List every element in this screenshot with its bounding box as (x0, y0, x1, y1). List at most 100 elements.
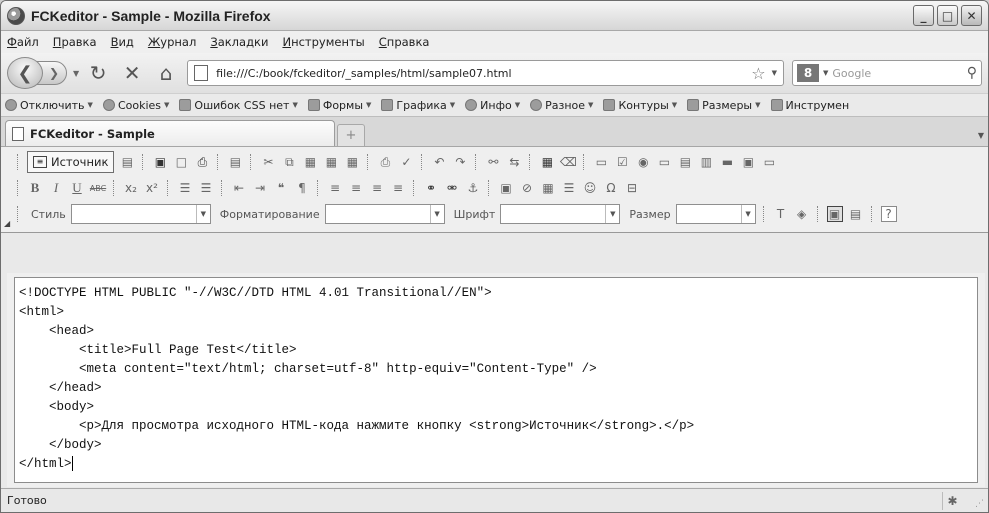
tab-list-icon[interactable]: ▼ (978, 131, 984, 140)
doc-props-icon[interactable]: ▤ (119, 154, 135, 170)
dev-css[interactable]: Ошибок CSS нет ▼ (179, 99, 298, 112)
url-bar[interactable]: file:///C:/book/fckeditor/_samples/html/… (187, 60, 784, 86)
print-icon[interactable]: ⎙ (377, 154, 393, 170)
cut-icon[interactable]: ✂ (260, 154, 276, 170)
format-combo[interactable]: ▼ (324, 204, 445, 224)
menu-tools[interactable]: Инструменты (282, 35, 364, 49)
page-break-icon[interactable]: ⊟ (624, 180, 640, 196)
textfield-icon[interactable]: ▭ (656, 154, 672, 170)
paste-word-icon[interactable]: ▦ (344, 154, 360, 170)
hidden-field-icon[interactable]: ▭ (761, 154, 777, 170)
ordered-list-icon[interactable]: ☰ (177, 180, 193, 196)
font-combo[interactable]: ▼ (500, 204, 621, 224)
superscript-icon[interactable]: x² (144, 180, 160, 196)
justify-icon[interactable]: ≡ (390, 180, 406, 196)
source-button[interactable]: ≡ Источник (27, 151, 115, 173)
dev-misc[interactable]: Разное ▼ (530, 99, 593, 112)
bg-color-icon[interactable]: ◈ (794, 206, 810, 222)
rule-icon[interactable]: ☰ (561, 180, 577, 196)
home-icon[interactable]: ⌂ (153, 60, 179, 86)
dev-forms[interactable]: Формы ▼ (307, 99, 371, 112)
link-icon[interactable]: ⚭ (423, 180, 439, 196)
align-right-icon[interactable]: ≡ (369, 180, 385, 196)
spellcheck-icon[interactable]: ✓ (398, 154, 414, 170)
search-input[interactable]: Google (832, 67, 966, 80)
checkbox-icon[interactable]: ☑ (614, 154, 630, 170)
redo-icon[interactable]: ↷ (452, 154, 468, 170)
menu-bookmarks[interactable]: Закладки (210, 35, 268, 49)
undo-icon[interactable]: ↶ (431, 154, 447, 170)
search-engine-icon[interactable]: 8 (797, 64, 819, 82)
indent-icon[interactable]: ⇥ (252, 180, 268, 196)
select-field-icon[interactable]: ▥ (698, 154, 714, 170)
menu-history[interactable]: Журнал (148, 35, 196, 49)
dev-resize[interactable]: Размеры ▼ (687, 99, 761, 112)
underline-icon[interactable]: U (69, 180, 85, 196)
flash-icon[interactable]: ⊘ (519, 180, 535, 196)
blockquote-icon[interactable]: ❝ (273, 180, 289, 196)
bold-icon[interactable]: B (27, 180, 43, 196)
templates-icon[interactable]: ▤ (227, 154, 243, 170)
select-all-icon[interactable]: ▦ (539, 154, 555, 170)
image-icon[interactable]: ▣ (498, 180, 514, 196)
bookmark-star-icon[interactable]: ☆ (751, 64, 765, 83)
align-left-icon[interactable]: ≡ (327, 180, 343, 196)
unordered-list-icon[interactable]: ☰ (198, 180, 214, 196)
smiley-icon[interactable]: ☺ (582, 180, 598, 196)
save-icon[interactable]: ▣ (152, 154, 168, 170)
engine-dropdown-icon[interactable]: ▼ (823, 69, 828, 77)
textarea-icon[interactable]: ▤ (677, 154, 693, 170)
dev-tools[interactable]: Инструмен (770, 99, 849, 112)
table-icon[interactable]: ▦ (540, 180, 556, 196)
addon-status-icon[interactable]: ✱ (942, 492, 962, 510)
strike-icon[interactable]: ABC (90, 180, 106, 196)
text-color-icon[interactable]: T (773, 206, 789, 222)
tab-fckeditor-sample[interactable]: FCKeditor - Sample (5, 120, 335, 146)
dev-info[interactable]: Инфо ▼ (465, 99, 520, 112)
menu-view[interactable]: Вид (111, 35, 134, 49)
search-box[interactable]: 8 ▼ Google ⚲ (792, 60, 982, 86)
replace-icon[interactable]: ⇆ (506, 154, 522, 170)
new-tab-button[interactable]: + (337, 124, 365, 146)
resize-grip-icon[interactable]: ⋰ (975, 499, 984, 509)
anchor-icon[interactable]: ⚓ (465, 180, 481, 196)
unlink-icon[interactable]: ⚮ (444, 180, 460, 196)
minimize-button[interactable]: _ (913, 5, 934, 26)
special-char-icon[interactable]: Ω (603, 180, 619, 196)
dev-images[interactable]: Графика ▼ (381, 99, 455, 112)
button-field-icon[interactable]: ▬ (719, 154, 735, 170)
close-button[interactable]: ✕ (961, 5, 982, 26)
radio-icon[interactable]: ◉ (635, 154, 651, 170)
outdent-icon[interactable]: ⇤ (231, 180, 247, 196)
remove-format-icon[interactable]: ⌫ (560, 154, 577, 170)
align-center-icon[interactable]: ≡ (348, 180, 364, 196)
history-dropdown-icon[interactable]: ▼ (73, 69, 79, 78)
url-text[interactable]: file:///C:/book/fckeditor/_samples/html/… (216, 67, 751, 80)
menu-edit[interactable]: Правка (53, 35, 97, 49)
toolbar-collapse-icon[interactable]: ◢ (4, 219, 10, 228)
italic-icon[interactable]: I (48, 180, 64, 196)
dev-disable[interactable]: Отключить ▼ (5, 99, 93, 112)
menu-help[interactable]: Справка (379, 35, 430, 49)
menu-file[interactable]: Файл (7, 35, 39, 49)
fit-window-icon[interactable]: ▣ (826, 206, 843, 222)
size-combo[interactable]: ▼ (675, 204, 756, 224)
search-icon[interactable]: ⚲ (967, 65, 977, 81)
image-button-icon[interactable]: ▣ (740, 154, 756, 170)
new-page-icon[interactable]: □ (173, 154, 189, 170)
preview-icon[interactable]: ⎙ (194, 154, 210, 170)
subscript-icon[interactable]: x₂ (123, 180, 139, 196)
reload-icon[interactable]: ↻ (85, 60, 111, 86)
dev-cookies[interactable]: Cookies ▼ (102, 99, 169, 112)
back-button[interactable]: ❮ (7, 57, 43, 89)
maximize-button[interactable]: □ (937, 5, 958, 26)
style-combo[interactable]: ▼ (70, 204, 211, 224)
form-icon[interactable]: ▭ (593, 154, 609, 170)
dev-outline[interactable]: Контуры ▼ (603, 99, 677, 112)
stop-icon[interactable]: ✕ (119, 60, 145, 86)
url-dropdown-icon[interactable]: ▼ (772, 69, 777, 77)
source-editor[interactable]: <!DOCTYPE HTML PUBLIC "-//W3C//DTD HTML … (14, 277, 978, 483)
copy-icon[interactable]: ⧉ (281, 154, 297, 170)
paste-text-icon[interactable]: ▦ (323, 154, 339, 170)
paste-icon[interactable]: ▦ (302, 154, 318, 170)
